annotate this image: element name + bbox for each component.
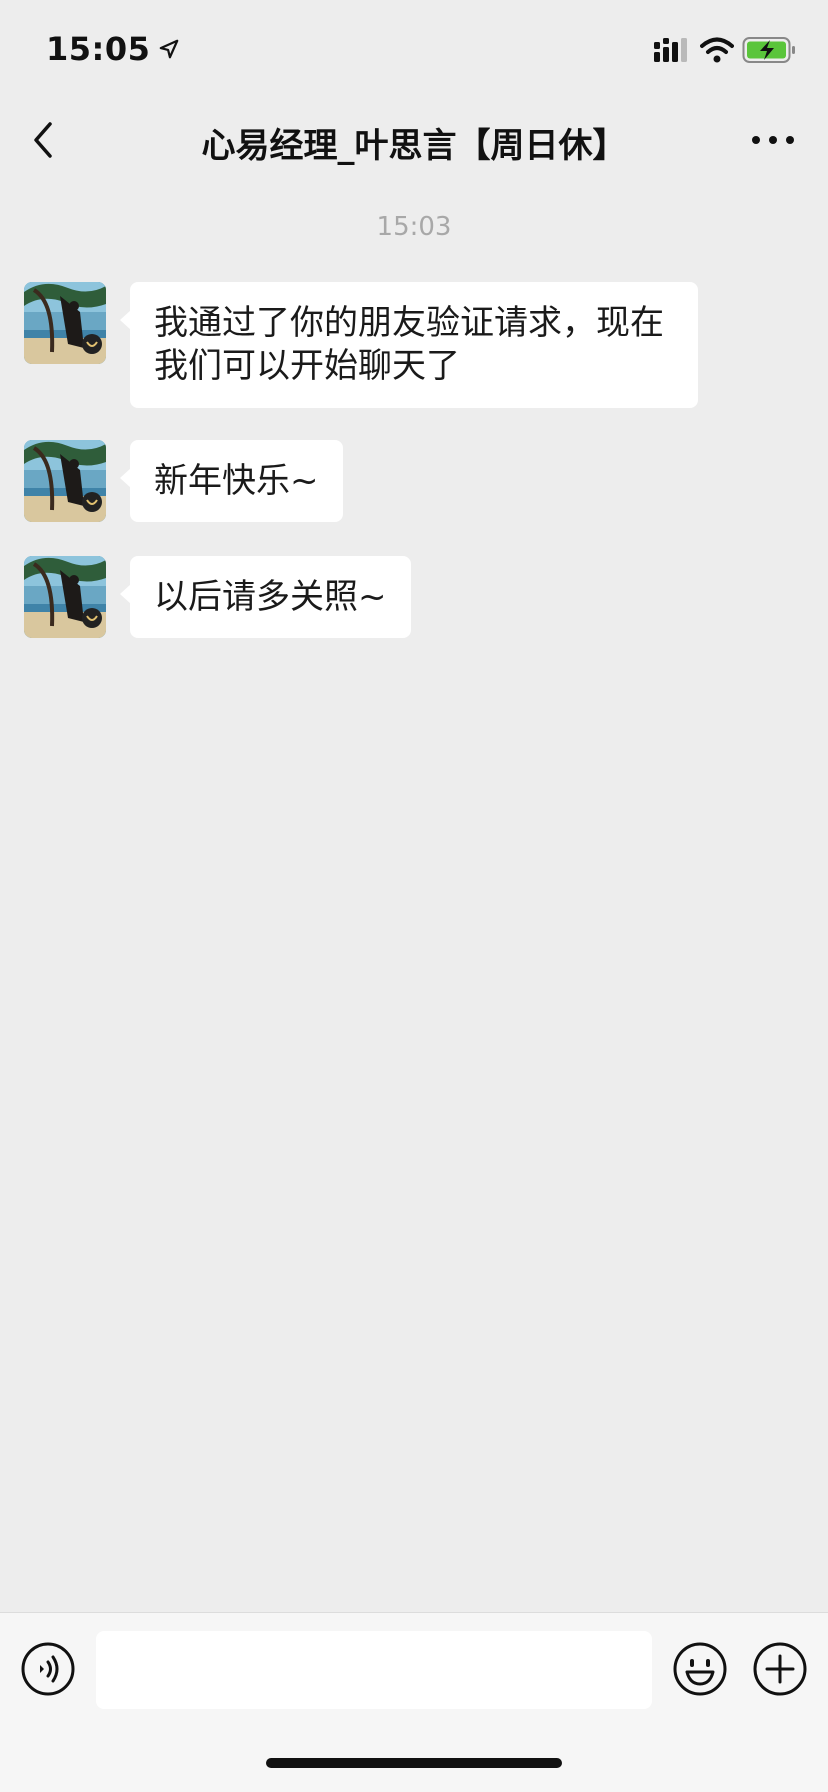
home-indicator: [266, 1758, 562, 1768]
more-dots-icon[interactable]: [748, 122, 798, 158]
battery-charging-icon: [742, 37, 795, 63]
contact-avatar[interactable]: [24, 440, 106, 522]
voice-icon[interactable]: [20, 1641, 76, 1697]
message-bubble[interactable]: 我通过了你的朋友验证请求，现在我们可以开始聊天了: [120, 282, 698, 408]
status-time: 15:05: [46, 30, 151, 68]
contact-avatar[interactable]: [24, 556, 106, 638]
back-chevron-icon[interactable]: [26, 118, 62, 162]
chat-timestamp: 15:03: [376, 212, 452, 242]
location-arrow-icon: [160, 39, 179, 59]
wifi-icon: [700, 37, 734, 63]
cellular-signal-icon: [654, 38, 687, 62]
message-input[interactable]: [96, 1631, 652, 1709]
nav-bar: 心易经理_叶思言【周日休】: [0, 100, 828, 180]
plus-icon[interactable]: [752, 1641, 808, 1697]
chat-title: 心易经理_叶思言【周日休】: [201, 126, 627, 166]
contact-avatar[interactable]: [24, 282, 106, 364]
message-bubble[interactable]: 新年快乐~: [120, 440, 343, 522]
status-bar: 15:05: [0, 0, 828, 100]
message-bubble[interactable]: 以后请多关照~: [120, 556, 411, 638]
status-time-wrap: 15:05: [46, 30, 180, 68]
emoji-icon[interactable]: [672, 1641, 728, 1697]
